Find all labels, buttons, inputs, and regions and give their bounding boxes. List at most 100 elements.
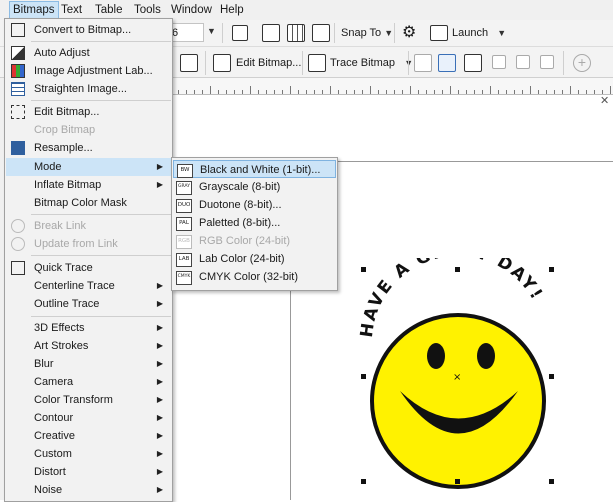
menu-window[interactable]: Window xyxy=(168,2,215,18)
selection-handle[interactable] xyxy=(549,374,554,379)
toolbar-separator xyxy=(334,23,335,43)
menu-item-quick-trace[interactable]: Quick Trace xyxy=(6,259,171,277)
submenu-item-rgb-color: RGB RGB Color (24-bit) xyxy=(173,232,336,250)
menu-item-bitmap-color-mask[interactable]: Bitmap Color Mask xyxy=(6,194,171,212)
zoom-dropdown-caret[interactable]: ▼ xyxy=(207,26,216,36)
ruler-tick xyxy=(538,90,539,94)
menu-item-distort[interactable]: Distort ▶ xyxy=(6,463,171,481)
selection-handle[interactable] xyxy=(549,479,554,484)
menu-item-image-adjustment-lab[interactable]: Image Adjustment Lab... xyxy=(6,62,171,80)
menu-item-noise[interactable]: Noise ▶ xyxy=(6,481,171,499)
snap-to-label: Snap To xyxy=(341,27,382,39)
menu-item-inflate-bitmap[interactable]: Inflate Bitmap ▶ xyxy=(6,176,171,194)
selection-handle[interactable] xyxy=(549,267,554,272)
show-rulers-icon[interactable] xyxy=(262,24,280,42)
ruler-tick xyxy=(218,90,219,94)
submenu-item-cmyk-color[interactable]: CMYK CMYK Color (32-bit) xyxy=(173,268,336,286)
horizontal-ruler[interactable] xyxy=(170,78,613,95)
ruler-tick xyxy=(602,90,603,94)
submenu-item-black-and-white[interactable]: BW Black and White (1-bit)... xyxy=(173,160,336,178)
menu-separator xyxy=(31,316,171,317)
toolbar-separator xyxy=(563,51,564,75)
menu-item-contour[interactable]: Contour ▶ xyxy=(6,409,171,427)
trace-bitmap-button[interactable]: Trace Bitmap ▼ xyxy=(330,53,413,73)
submenu-item-paletted[interactable]: PAL Paletted (8-bit)... xyxy=(173,214,336,232)
close-icon[interactable]: ✕ xyxy=(600,96,610,107)
trace-bitmap-label: Trace Bitmap xyxy=(330,57,396,69)
ruler-tick xyxy=(186,90,187,94)
menu-item-label: Mode xyxy=(34,161,62,173)
launch-dropdown[interactable]: Launch ▼ xyxy=(452,23,506,43)
ruler-tick xyxy=(394,90,395,94)
selection-handle[interactable] xyxy=(361,267,366,272)
ruler-tick xyxy=(578,90,579,94)
menu-text[interactable]: Text xyxy=(58,2,85,18)
ruler-tick xyxy=(410,86,411,94)
ruler-tick xyxy=(250,86,251,94)
menu-item-outline-trace[interactable]: Outline Trace ▶ xyxy=(6,295,171,313)
menu-item-straighten-image[interactable]: Straighten Image... xyxy=(6,80,171,98)
duotone-mode-icon: DUO xyxy=(176,199,192,213)
edit-bitmap-button[interactable]: Edit Bitmap... xyxy=(236,53,301,73)
submenu-item-lab-color[interactable]: LAB Lab Color (24-bit) xyxy=(173,250,336,268)
cmyk-mode-icon: CMYK xyxy=(176,271,192,285)
menu-item-auto-adjust[interactable]: Auto Adjust xyxy=(6,44,171,62)
selection-handle[interactable] xyxy=(455,267,460,272)
selection-handle[interactable] xyxy=(361,374,366,379)
zoom-field[interactable]: 6 xyxy=(168,23,204,42)
menu-item-label: Creative xyxy=(34,430,75,442)
bw-mode-icon: BW xyxy=(177,164,193,178)
ruler-tick xyxy=(322,90,323,94)
add-plus-icon[interactable]: + xyxy=(573,54,591,72)
menu-help[interactable]: Help xyxy=(217,2,247,18)
crop-bitmap-icon[interactable] xyxy=(464,54,482,72)
selection-handle[interactable] xyxy=(455,479,460,484)
gear-icon[interactable]: ⚙ xyxy=(402,23,416,43)
menu-item-edit-bitmap[interactable]: Edit Bitmap... xyxy=(6,103,171,121)
submenu-item-label: Black and White (1-bit)... xyxy=(200,164,321,176)
ruler-tick xyxy=(498,90,499,94)
menu-item-centerline-trace[interactable]: Centerline Trace ▶ xyxy=(6,277,171,295)
selection-handle[interactable] xyxy=(361,479,366,484)
menu-item-custom[interactable]: Custom ▶ xyxy=(6,445,171,463)
launch-icon[interactable] xyxy=(430,25,448,41)
ruler-tick xyxy=(362,90,363,94)
snap-to-dropdown[interactable]: Snap To ▼ xyxy=(341,23,393,43)
menu-item-color-transform[interactable]: Color Transform ▶ xyxy=(6,391,171,409)
menu-item-label: Auto Adjust xyxy=(34,47,90,59)
ruler-tick xyxy=(434,90,435,94)
bitmap-color-mask-icon[interactable] xyxy=(438,54,456,72)
paletted-mode-icon: PAL xyxy=(176,217,192,231)
full-screen-preview-icon[interactable] xyxy=(232,25,248,41)
menu-item-resample[interactable]: Resample... xyxy=(6,139,171,157)
trace-bitmap-icon xyxy=(308,54,326,72)
menu-bitmaps[interactable]: Bitmaps xyxy=(9,1,59,19)
menu-item-label: 3D Effects xyxy=(34,322,85,334)
submenu-item-label: Paletted (8-bit)... xyxy=(199,217,281,229)
ruler-tick xyxy=(474,90,475,94)
bitmap-crop-icon[interactable] xyxy=(180,54,198,72)
menu-item-crop-bitmap: Crop Bitmap xyxy=(6,121,171,139)
submenu-item-duotone[interactable]: DUO Duotone (8-bit)... xyxy=(173,196,336,214)
submenu-item-label: RGB Color (24-bit) xyxy=(199,235,291,247)
menu-item-art-strokes[interactable]: Art Strokes ▶ xyxy=(6,337,171,355)
smiley-bitmap[interactable]: HAVE A GREAT DAY! × xyxy=(350,258,570,500)
submenu-item-grayscale[interactable]: GRAY Grayscale (8-bit) xyxy=(173,178,336,196)
submenu-arrow-icon: ▶ xyxy=(156,180,163,189)
submenu-arrow-icon: ▶ xyxy=(156,485,163,494)
menu-item-mode[interactable]: Mode ▶ xyxy=(6,158,171,176)
menu-tools[interactable]: Tools xyxy=(131,2,164,18)
menu-item-convert-to-bitmap[interactable]: Convert to Bitmap... xyxy=(6,21,171,39)
ruler-tick xyxy=(330,86,331,94)
menu-table[interactable]: Table xyxy=(92,2,126,18)
show-guidelines-icon[interactable] xyxy=(312,24,330,42)
menu-item-camera[interactable]: Camera ▶ xyxy=(6,373,171,391)
menu-item-blur[interactable]: Blur ▶ xyxy=(6,355,171,373)
show-grid-icon[interactable] xyxy=(287,24,305,42)
ruler-tick xyxy=(290,86,291,94)
submenu-arrow-icon: ▶ xyxy=(156,377,163,386)
menu-item-creative[interactable]: Creative ▶ xyxy=(6,427,171,445)
menu-item-3d-effects[interactable]: 3D Effects ▶ xyxy=(6,319,171,337)
menu-item-label: Resample... xyxy=(34,142,93,154)
menu-item-label: Camera xyxy=(34,376,74,388)
